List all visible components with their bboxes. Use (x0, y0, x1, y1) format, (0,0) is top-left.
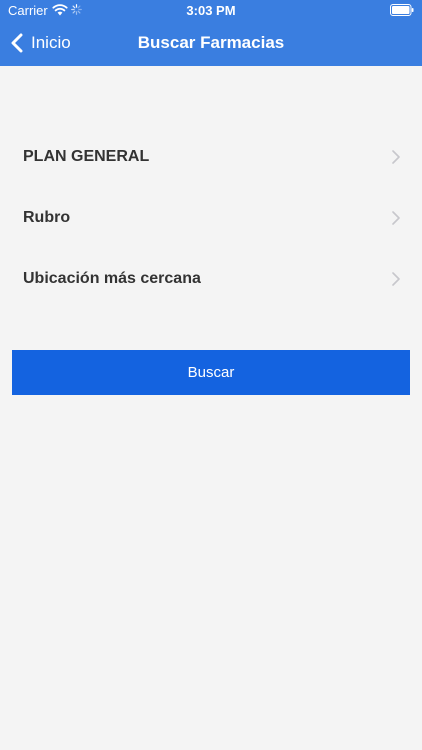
list-item-plan-general[interactable]: PLAN GENERAL (0, 126, 422, 187)
status-bar: Carrier 3:03 PM (0, 0, 422, 22)
list-item-ubicacion[interactable]: Ubicación más cercana (0, 248, 422, 309)
status-time: 3:03 PM (186, 3, 236, 18)
app-screen: Carrier 3:03 PM Inicio Buscar Farmacias … (0, 0, 422, 750)
battery-icon (390, 4, 414, 16)
search-button[interactable]: Buscar (12, 350, 410, 395)
chevron-right-icon (392, 150, 400, 164)
chevron-right-icon (392, 211, 400, 225)
chevron-right-icon (392, 272, 400, 286)
list-item-label: Ubicación más cercana (23, 270, 201, 287)
filter-list: PLAN GENERAL Rubro Ubicación más cercana (0, 126, 422, 309)
page-title: Buscar Farmacias (137, 33, 285, 52)
list-item-label: Rubro (23, 209, 71, 226)
navigation-header: Carrier 3:03 PM Inicio Buscar Farmacias (0, 0, 422, 66)
list-item-label: PLAN GENERAL (23, 148, 150, 165)
list-item-rubro[interactable]: Rubro (0, 187, 422, 248)
